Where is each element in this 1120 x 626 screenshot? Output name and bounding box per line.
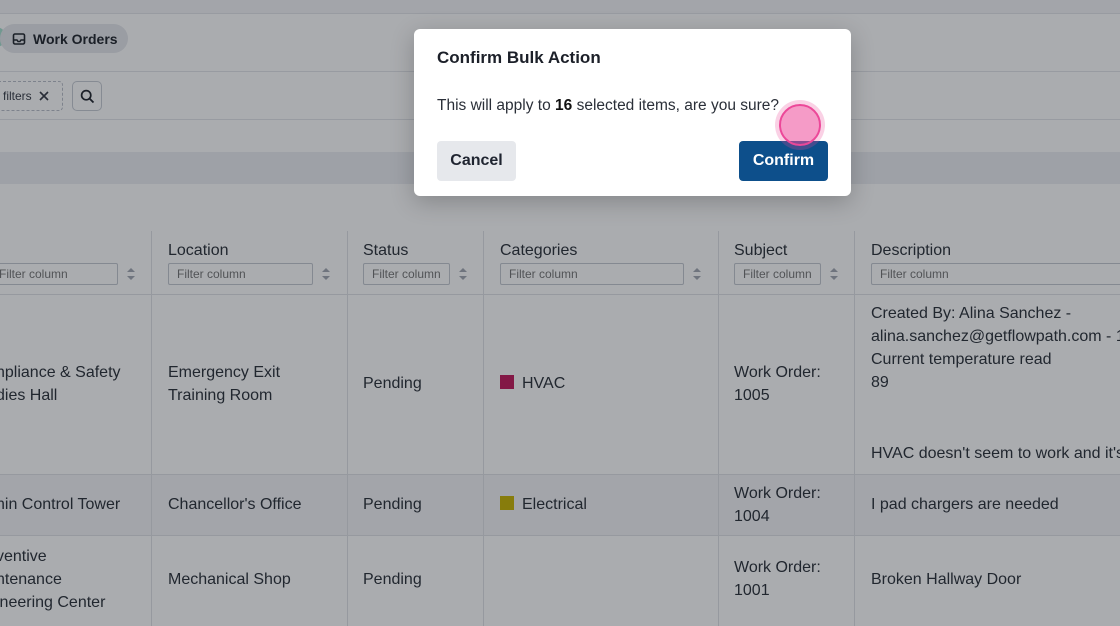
click-indicator xyxy=(779,104,821,146)
dialog-message: This will apply to 16 selected items, ar… xyxy=(437,97,779,115)
cancel-button[interactable]: Cancel xyxy=(437,141,516,181)
dialog-message-suffix: selected items, are you sure? xyxy=(572,97,780,114)
confirm-button[interactable]: Confirm xyxy=(739,141,828,181)
dialog-title: Confirm Bulk Action xyxy=(437,48,601,67)
dialog-message-prefix: This will apply to xyxy=(437,97,556,114)
selected-count: 16 xyxy=(555,97,573,114)
confirm-bulk-action-dialog: Confirm Bulk Action This will apply to 1… xyxy=(414,29,851,196)
